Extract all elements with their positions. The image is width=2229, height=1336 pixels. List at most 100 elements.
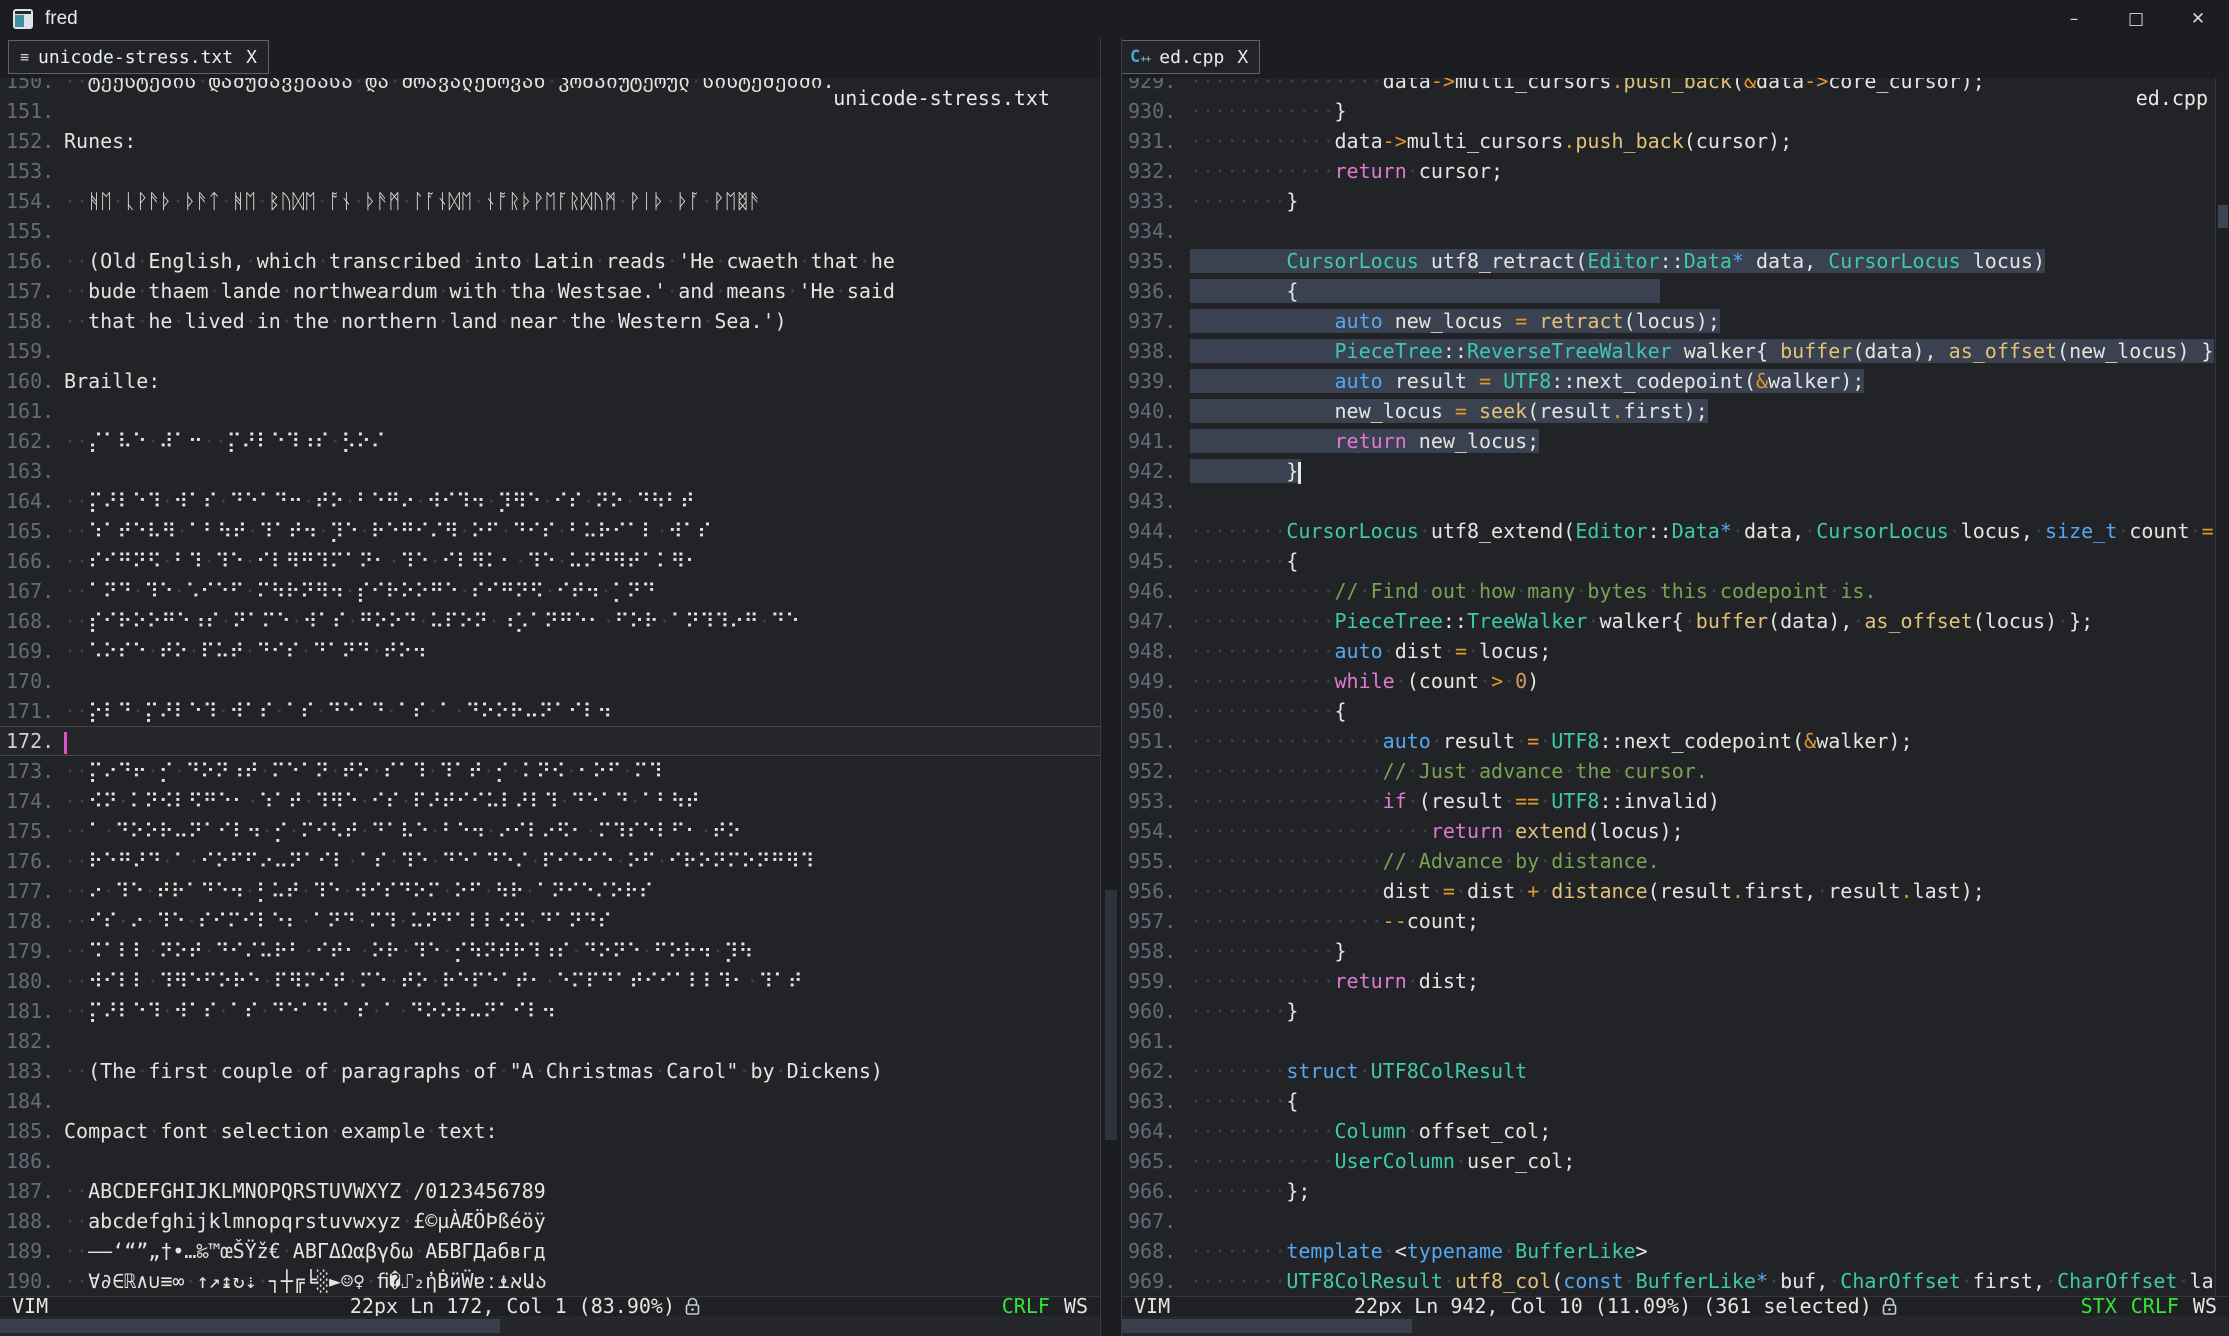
code-line[interactable]: 938.············PieceTree::ReverseTreeWa… [1122,336,2229,366]
code-line[interactable]: 166.··⠎⠊⠛⠝⠫·⠃⠹·⠹⠑·⠊⠇⠻⠛⠹⠍⠁⠝⠂·⠹⠑·⠊⠇⠻⠅⠂·⠹⠑·… [0,546,1100,576]
code-line[interactable]: 184. [0,1086,1100,1116]
code-line[interactable]: 955.················//·Advance·by·distan… [1122,846,2229,876]
code-line[interactable]: 966.········}; [1122,1176,2229,1206]
right-hscrollbar[interactable] [1122,1316,2229,1336]
code-line[interactable]: 950.············{ [1122,696,2229,726]
editor-pane-right[interactable]: 929.················data->multi_cursors.… [1122,78,2229,1296]
code-line[interactable]: 180.··⠺⠊⠇⠇·⠹⠻⠑⠋⠕⠗⠑·⠏⠻⠍⠊⠞·⠍⠑·⠞⠕·⠗⠑⠏⠑⠁⠞⠂·⠑… [0,966,1100,996]
maximize-button[interactable]: □ [2105,0,2167,38]
tab-close-icon[interactable]: X [1237,47,1248,68]
code-line[interactable]: 185.Compact·font·selection·example·text: [0,1116,1100,1146]
code-line[interactable]: 155. [0,216,1100,246]
code-line[interactable]: 172. [0,726,1100,756]
code-line[interactable]: 189.··–—‘“”„†•…‰™œŠŸž€·ΑΒΓΔΩαβγδω·АБВГДа… [0,1236,1100,1266]
line-number: 182. [6,1026,64,1056]
code-line[interactable]: 933.········} [1122,186,2229,216]
code-line[interactable]: 941.············return·new_locus; [1122,426,2229,456]
code-line[interactable]: 930.············} [1122,96,2229,126]
tab-unicode-stress[interactable]: ≡ unicode-stress.txt X [8,40,269,74]
code-line[interactable]: 173.··⡍⠔⠙⠖·⡊·⠙⠕⠝⠰⠞·⠍⠑⠁⠝·⠞⠕·⠎⠁⠹·⠹⠁⠞·⡊·⠅⠝⠪… [0,756,1100,786]
code-line[interactable]: 968.········template·<typename·BufferLik… [1122,1236,2229,1266]
code-line[interactable]: 160.Braille: [0,366,1100,396]
code-line[interactable]: 957.················--count; [1122,906,2229,936]
close-button[interactable]: ✕ [2167,0,2229,38]
code-line[interactable]: 153. [0,156,1100,186]
code-line[interactable]: 165.··⠱⠁⠞⠑⠧⠻·⠁⠃⠳⠞·⠹⠁⠞⠲·⡹⠑·⠗⠑⠛⠊⠌⠻·⠕⠋·⠙⠊⠎·… [0,516,1100,546]
code-line[interactable]: 154.··ᚻᛖ·ᚳᚹᚫᚦ·ᚦᚫᛏ·ᚻᛖ·ᛒᚢᛞᛖ·ᚩᚾ·ᚦᚫᛗ·ᛚᚪᚾᛞᛖ·ᚾ… [0,186,1100,216]
right-hscroll-thumb[interactable] [1122,1319,1412,1333]
code-line[interactable]: 943. [1122,486,2229,516]
code-line[interactable]: 931.············data->multi_cursors.push… [1122,126,2229,156]
left-hscrollbar[interactable] [0,1316,1100,1336]
code-line[interactable]: 962.········struct·UTF8ColResult [1122,1056,2229,1086]
code-line[interactable]: 959.············return·dist; [1122,966,2229,996]
code-line[interactable]: 942.········} [1122,456,2229,486]
code-line[interactable]: 948.············auto·dist·=·locus; [1122,636,2229,666]
code-line[interactable]: 951.················auto·result·=·UTF8::… [1122,726,2229,756]
tab-ed-cpp[interactable]: C++ ed.cpp X [1118,40,1260,74]
code-line[interactable]: 936.········{ [1122,276,2229,306]
code-line[interactable]: 164.··⡍⠜⠇⠑⠹·⠺⠁⠎·⠙⠑⠁⠙⠒·⠞⠕·⠃⠑⠛⠔·⠺⠊⠹⠲·⡹⠻⠑·⠊… [0,486,1100,516]
code-line[interactable]: 945.········{ [1122,546,2229,576]
code-line[interactable]: 934. [1122,216,2229,246]
code-line[interactable]: 156.··(Old·English,·which·transcribed·in… [0,246,1100,276]
code-line[interactable]: 940.············new_locus·=·seek(result.… [1122,396,2229,426]
code-line[interactable]: 954.····················return·extend(lo… [1122,816,2229,846]
code-line[interactable]: 964.············Column·offset_col; [1122,1116,2229,1146]
code-line[interactable]: 183.··(The·first·couple·of·paragraphs·of… [0,1056,1100,1086]
code-line[interactable]: 167.··⠁⠝⠙·⠹⠑·⠡⠊⠑⠋·⠍⠳⠗⠝⠻⠲·⡎⠊⠗⠕⠕⠛⠑·⠎⠊⠛⠝⠫·⠊… [0,576,1100,606]
code-line[interactable]: 960.········} [1122,996,2229,1026]
code-line[interactable]: 152.Runes: [0,126,1100,156]
tab-close-icon[interactable]: X [246,47,257,68]
code-line[interactable]: 946.············//·Find·out·how·many·byt… [1122,576,2229,606]
right-vscroll-thumb[interactable] [2218,205,2228,228]
code-line[interactable]: 186. [0,1146,1100,1176]
code-line[interactable]: 944.········CursorLocus·utf8_extend(Edit… [1122,516,2229,546]
code-line[interactable]: 967. [1122,1206,2229,1236]
editor-pane-left[interactable]: 150.··ტექსტების·დამუშავებასა·და·მრავალენ… [0,78,1100,1296]
code-line[interactable]: 169.··⠡⠕⠎⠑·⠞⠕·⠏⠥⠞·⠙⠊⠎·⠙⠁⠝⠙·⠞⠕⠲ [0,636,1100,666]
pane-divider-scrollbar[interactable] [1100,38,1122,1336]
code-line[interactable]: 150.··ტექსტების·დამუშავებასა·და·მრავალენ… [0,78,1100,96]
code-line[interactable]: 190.··∀∂∈ℝ∧∪≡∞·↑↗↨↻⇣·┐┼╔╘░►☺♀·ﬁ�⑀₂ἠḂӥẄɐː… [0,1266,1100,1296]
code-line[interactable]: 178.··⠊⠎·⠔·⠹⠑·⠎⠊⠍⠊⠇⠑⠆·⠁⠝⠙·⠍⠹·⠥⠝⠙⠁⠇⠇⠪⠫·⠙⠁… [0,906,1100,936]
code-line[interactable]: 961. [1122,1026,2229,1056]
code-line[interactable]: 949.············while·(count·>·0) [1122,666,2229,696]
code-line[interactable]: 176.··⠗⠑⠛⠜⠙·⠁·⠊⠕⠋⠋⠔⠤⠝⠁⠊⠇·⠁⠎·⠹⠑·⠙⠑⠁⠙⠑⠌·⠏⠊… [0,846,1100,876]
code-line[interactable]: 157.··bude·thaem·lande·northweardum·with… [0,276,1100,306]
code-line[interactable]: 965.············UserColumn·user_col; [1122,1146,2229,1176]
code-line[interactable]: 175.··⠁·⠙⠕⠕⠗⠤⠝⠁⠊⠇⠲·⡊·⠍⠊⠣⠞·⠙⠁⠧⠑·⠃⠑⠲·⠔⠊⠇⠔⠫… [0,816,1100,846]
code-line[interactable]: 958.············} [1122,936,2229,966]
code-line[interactable]: 170. [0,666,1100,696]
code-line[interactable]: 159. [0,336,1100,366]
code-line[interactable]: 168.··⡎⠊⠗⠕⠕⠛⠑⠰⠎·⠝⠁⠍⠑·⠺⠁⠎·⠛⠕⠕⠙·⠥⠏⠕⠝·⠰⡡⠁⠝⠛… [0,606,1100,636]
code-line[interactable]: 161. [0,396,1100,426]
code-line[interactable]: 937.············auto·new_locus·=·retract… [1122,306,2229,336]
code-line[interactable]: 952.················//·Just·advance·the·… [1122,756,2229,786]
code-line[interactable]: 929.················data->multi_cursors.… [1122,78,2229,96]
minimize-button[interactable]: – [2043,0,2105,38]
code-line[interactable]: 151. [0,96,1100,126]
code-line[interactable]: 177.··⠔·⠹⠑·⠞⠗⠁⠙⠑⠲·⡃⠥⠞·⠹⠑·⠺⠊⠎⠙⠕⠍·⠕⠋·⠳⠗·⠁⠝… [0,876,1100,906]
code-line[interactable]: 947.············PieceTree::TreeWalker·wa… [1122,606,2229,636]
code-line[interactable]: 932.············return·cursor; [1122,156,2229,186]
code-line[interactable]: 187.··ABCDEFGHIJKLMNOPQRSTUVWXYZ·/012345… [0,1176,1100,1206]
left-hscroll-thumb[interactable] [0,1319,500,1333]
code-line[interactable]: 953.················if·(result·==·UTF8::… [1122,786,2229,816]
code-line[interactable]: 963.········{ [1122,1086,2229,1116]
code-line[interactable]: 174.··⠪⠝·⠅⠝⠪⠇⠫⠛⠑⠂·⠱⠁⠞·⠹⠻⠑·⠊⠎·⠏⠜⠞⠊⠊⠥⠇⠜⠇⠹·… [0,786,1100,816]
left-vscroll-thumb[interactable] [1105,890,1117,1140]
code-line[interactable]: 158.··that·he·lived·in·the·northern·land… [0,306,1100,336]
code-line[interactable]: 969.········UTF8ColResult·utf8_col(const… [1122,1266,2229,1296]
code-line[interactable]: 956.················dist·=·dist·+·distan… [1122,876,2229,906]
code-line[interactable]: 188.··abcdefghijklmnopqrstuvwxyz·£©µÀÆÖÞ… [0,1206,1100,1236]
code-line[interactable]: 163. [0,456,1100,486]
code-line[interactable]: 171.··⡕⠇⠙·⡍⠜⠇⠑⠹·⠺⠁⠎·⠁⠎·⠙⠑⠁⠙·⠁⠎·⠁·⠙⠕⠕⠗⠤⠝⠁… [0,696,1100,726]
code-line[interactable]: 162.··⡌⠁⠧⠑·⠼⠁⠒··⡍⠜⠇⠑⠹⠰⠎·⡣⠕⠌ [0,426,1100,456]
right-vscrollbar[interactable] [2215,78,2229,1296]
code-line[interactable]: 939.············auto·result·=·UTF8::next… [1122,366,2229,396]
code-line[interactable]: 935.········CursorLocus·utf8_retract(Edi… [1122,246,2229,276]
code-line[interactable]: 182. [0,1026,1100,1056]
code-line[interactable]: 181.··⡍⠜⠇⠑⠹·⠺⠁⠎·⠁⠎·⠙⠑⠁⠙·⠁⠎·⠁·⠙⠕⠕⠗⠤⠝⠁⠊⠇⠲ [0,996,1100,1026]
code-line[interactable]: 179.··⠩⠁⠇⠇·⠝⠕⠞·⠙⠊⠌⠥⠗⠃·⠊⠞⠂·⠕⠗·⠹⠑·⡊⠳⠝⠞⠗⠹⠰⠎… [0,936,1100,966]
